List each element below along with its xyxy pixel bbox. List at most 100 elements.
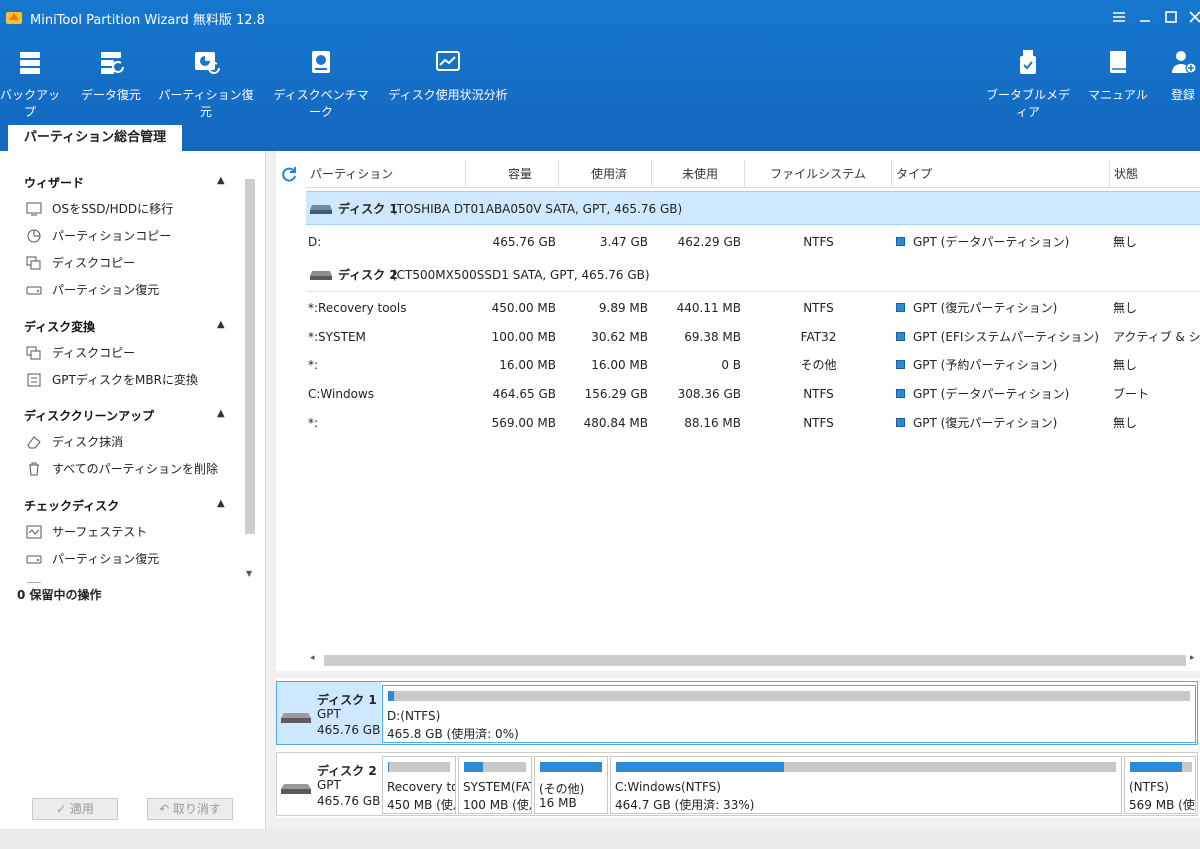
table-horizontal-scrollbar[interactable]: ◂ ▸ [306,652,1200,668]
manual-button[interactable]: マニュアル [1088,48,1148,112]
disk-row[interactable]: ディスク 1 (TOSHIBA DT01ABA050V SATA, GPT, 4… [306,191,1200,225]
apply-button[interactable]: ✓ 適用 [32,798,118,820]
sidebar-item-partition-recovery-2[interactable]: パーティション復元 [26,550,159,568]
usage-fill [1130,762,1183,772]
collapse-icon[interactable]: ▲ [217,319,225,330]
partition-recovery-small-icon [26,582,42,583]
table-row[interactable]: D: 465.76 GB 3.47 GB 462.29 GB NTFS GPT … [306,228,1200,256]
disk-map-row[interactable]: ディスク 2 GPT 465.76 GB Recovery to 450 MB … [276,752,1198,816]
backup-button[interactable]: バックアップ [0,48,60,119]
sidebar-item-disk-copy-2[interactable]: ディスクコピー [26,344,135,362]
partition-block[interactable]: D:(NTFS) 465.8 GB (使用済: 0%) [382,685,1196,743]
usage-fill [540,762,602,772]
sidebar-scrollbar[interactable]: ▼ [243,161,257,581]
bootable-media-icon [1020,50,1036,74]
disk-map-row[interactable]: ディスク 1 GPT 465.76 GB D:(NTFS) 465.8 GB (… [276,681,1198,745]
usage-fill [616,762,784,772]
sidebar-item-gpt-to-mbr[interactable]: GPTディスクをMBRに変換 [26,371,198,389]
collapse-icon[interactable]: ▲ [217,498,225,509]
space-analyzer-button[interactable]: ディスク使用状況分析 [388,48,508,112]
col-unused[interactable]: 未使用 [652,160,745,188]
collapse-icon[interactable]: ▲ [217,408,225,419]
tab-partition-management[interactable]: パーティション総合管理 [8,125,182,151]
table-row[interactable]: *:SYSTEM 100.00 MB 30.62 MB 69.38 MB FAT… [306,323,1200,351]
partition-recovery-label: パーティション復元 [158,88,254,119]
disk-map: ディスク 1 GPT 465.76 GB D:(NTFS) 465.8 GB (… [276,678,1200,818]
col-status[interactable]: 状態 [1110,160,1200,188]
col-used[interactable]: 使用済 [559,160,652,188]
sidebar-item-migrate-os[interactable]: OSをSSD/HDDに移行 [26,200,173,218]
data-recovery-label: データ復元 [80,88,141,102]
table-row[interactable]: *:Recovery tools 450.00 MB 9.89 MB 440.1… [306,294,1200,322]
scroll-left-icon[interactable]: ◂ [310,653,315,663]
disk-copy-icon [26,256,41,270]
disk-icon [281,713,311,723]
col-capacity[interactable]: 容量 [466,160,559,188]
usage-bar [616,762,1116,772]
partition-block[interactable]: Recovery to 450 MB (使月 [382,756,456,814]
sidebar-item-delete-all[interactable]: すべてのパーティションを削除 [26,460,218,478]
partition-type-icon [896,332,905,341]
partition-block[interactable]: SYSTEM(FAT 100 MB (使月 [458,756,532,814]
migrate-os-icon [26,202,42,216]
sidebar-item-partition-copy[interactable]: パーティションコピー [26,227,171,245]
minimize-icon[interactable] [1134,6,1156,28]
pending-operations: 0 保留中の操作 [17,588,102,602]
partition-block[interactable]: C:Windows(NTFS) 464.7 GB (使用済: 33%) [610,756,1122,814]
section-disk-cleanup-title[interactable]: ディスククリーンアップ [24,407,154,424]
manual-icon [1110,51,1126,73]
disk-map-label[interactable]: ディスク 1 GPT 465.76 GB [277,682,381,744]
bootable-media-label: ブータブルメディア [985,88,1070,119]
collapse-icon[interactable]: ▲ [217,175,225,186]
register-button[interactable]: 登録 [1166,48,1200,112]
section-disk-convert-title[interactable]: ディスク変換 [24,318,95,335]
refresh-icon[interactable] [280,165,298,183]
table-row[interactable]: *: 569.00 MB 480.84 MB 88.16 MB NTFS GPT… [306,409,1200,437]
scroll-down-icon[interactable]: ▼ [246,569,252,578]
partition-block[interactable]: (その他) 16 MB [534,756,608,814]
trash-icon [29,462,39,476]
disk-icon [281,784,311,794]
partition-block[interactable]: (NTFS) 569 MB (使月 [1124,756,1196,814]
app-logo-icon [6,12,22,24]
data-recovery-button[interactable]: データ復元 [76,48,146,112]
usage-bar [464,762,526,772]
space-analyzer-icon [436,51,460,71]
sidebar-item-surface-test[interactable]: サーフェステスト [26,523,147,541]
register-icon [1172,51,1197,74]
maximize-icon[interactable] [1160,6,1182,28]
status-bar [0,829,1200,849]
table-scrollbar-thumb[interactable] [324,655,1186,666]
usage-fill [388,691,395,701]
disk-row[interactable]: ディスク 2 (CT500MX500SSD1 SATA, GPT, 465.76… [306,258,1200,292]
close-icon[interactable] [1184,6,1200,28]
section-check-disk-title[interactable]: チェックディスク [24,497,119,514]
register-label: 登録 [1170,88,1195,102]
table-row[interactable]: C:Windows 464.65 GB 156.29 GB 308.36 GB … [306,380,1200,408]
usage-bar [388,691,1190,701]
sidebar-item-wipe-disk[interactable]: ディスク抹消 [26,433,123,451]
bootable-media-button[interactable]: ブータブルメディア [982,48,1074,119]
table-header: パーティション 容量 使用済 未使用 ファイルシステム タイプ 状態 [306,160,1200,188]
disk-map-label[interactable]: ディスク 2 GPT 465.76 GB [277,753,381,815]
partition-recovery-small-icon [26,555,42,564]
disk-benchmark-button[interactable]: ディスクベンチマーク [270,48,372,119]
col-filesystem[interactable]: ファイルシステム [745,160,892,188]
section-wizard-title[interactable]: ウィザード [24,174,84,191]
action-list: ウィザード ▲ OSをSSD/HDDに移行 パーティションコピー ディスクコピー… [0,151,262,583]
col-type[interactable]: タイプ [892,160,1110,188]
partition-type-icon [896,389,905,398]
menu-icon[interactable] [1108,6,1130,28]
col-partition[interactable]: パーティション [306,160,466,188]
partition-recovery-button[interactable]: パーティション復元 [158,48,254,119]
undo-button[interactable]: ↶ 取り消す [147,798,233,820]
disk-benchmark-icon [312,51,330,73]
scroll-right-icon[interactable]: ▸ [1190,653,1195,663]
sidebar-item-disk-copy[interactable]: ディスクコピー [26,254,135,272]
partition-type-icon [896,303,905,312]
manual-label: マニュアル [1088,88,1148,102]
table-row[interactable]: *: 16.00 MB 16.00 MB 0 B その他 GPT (予約パーティ… [306,351,1200,379]
sidebar-scrollbar-thumb[interactable] [245,179,255,534]
usage-bar [1130,762,1192,772]
sidebar-item-partition-recovery[interactable]: パーティション復元 [26,281,159,299]
